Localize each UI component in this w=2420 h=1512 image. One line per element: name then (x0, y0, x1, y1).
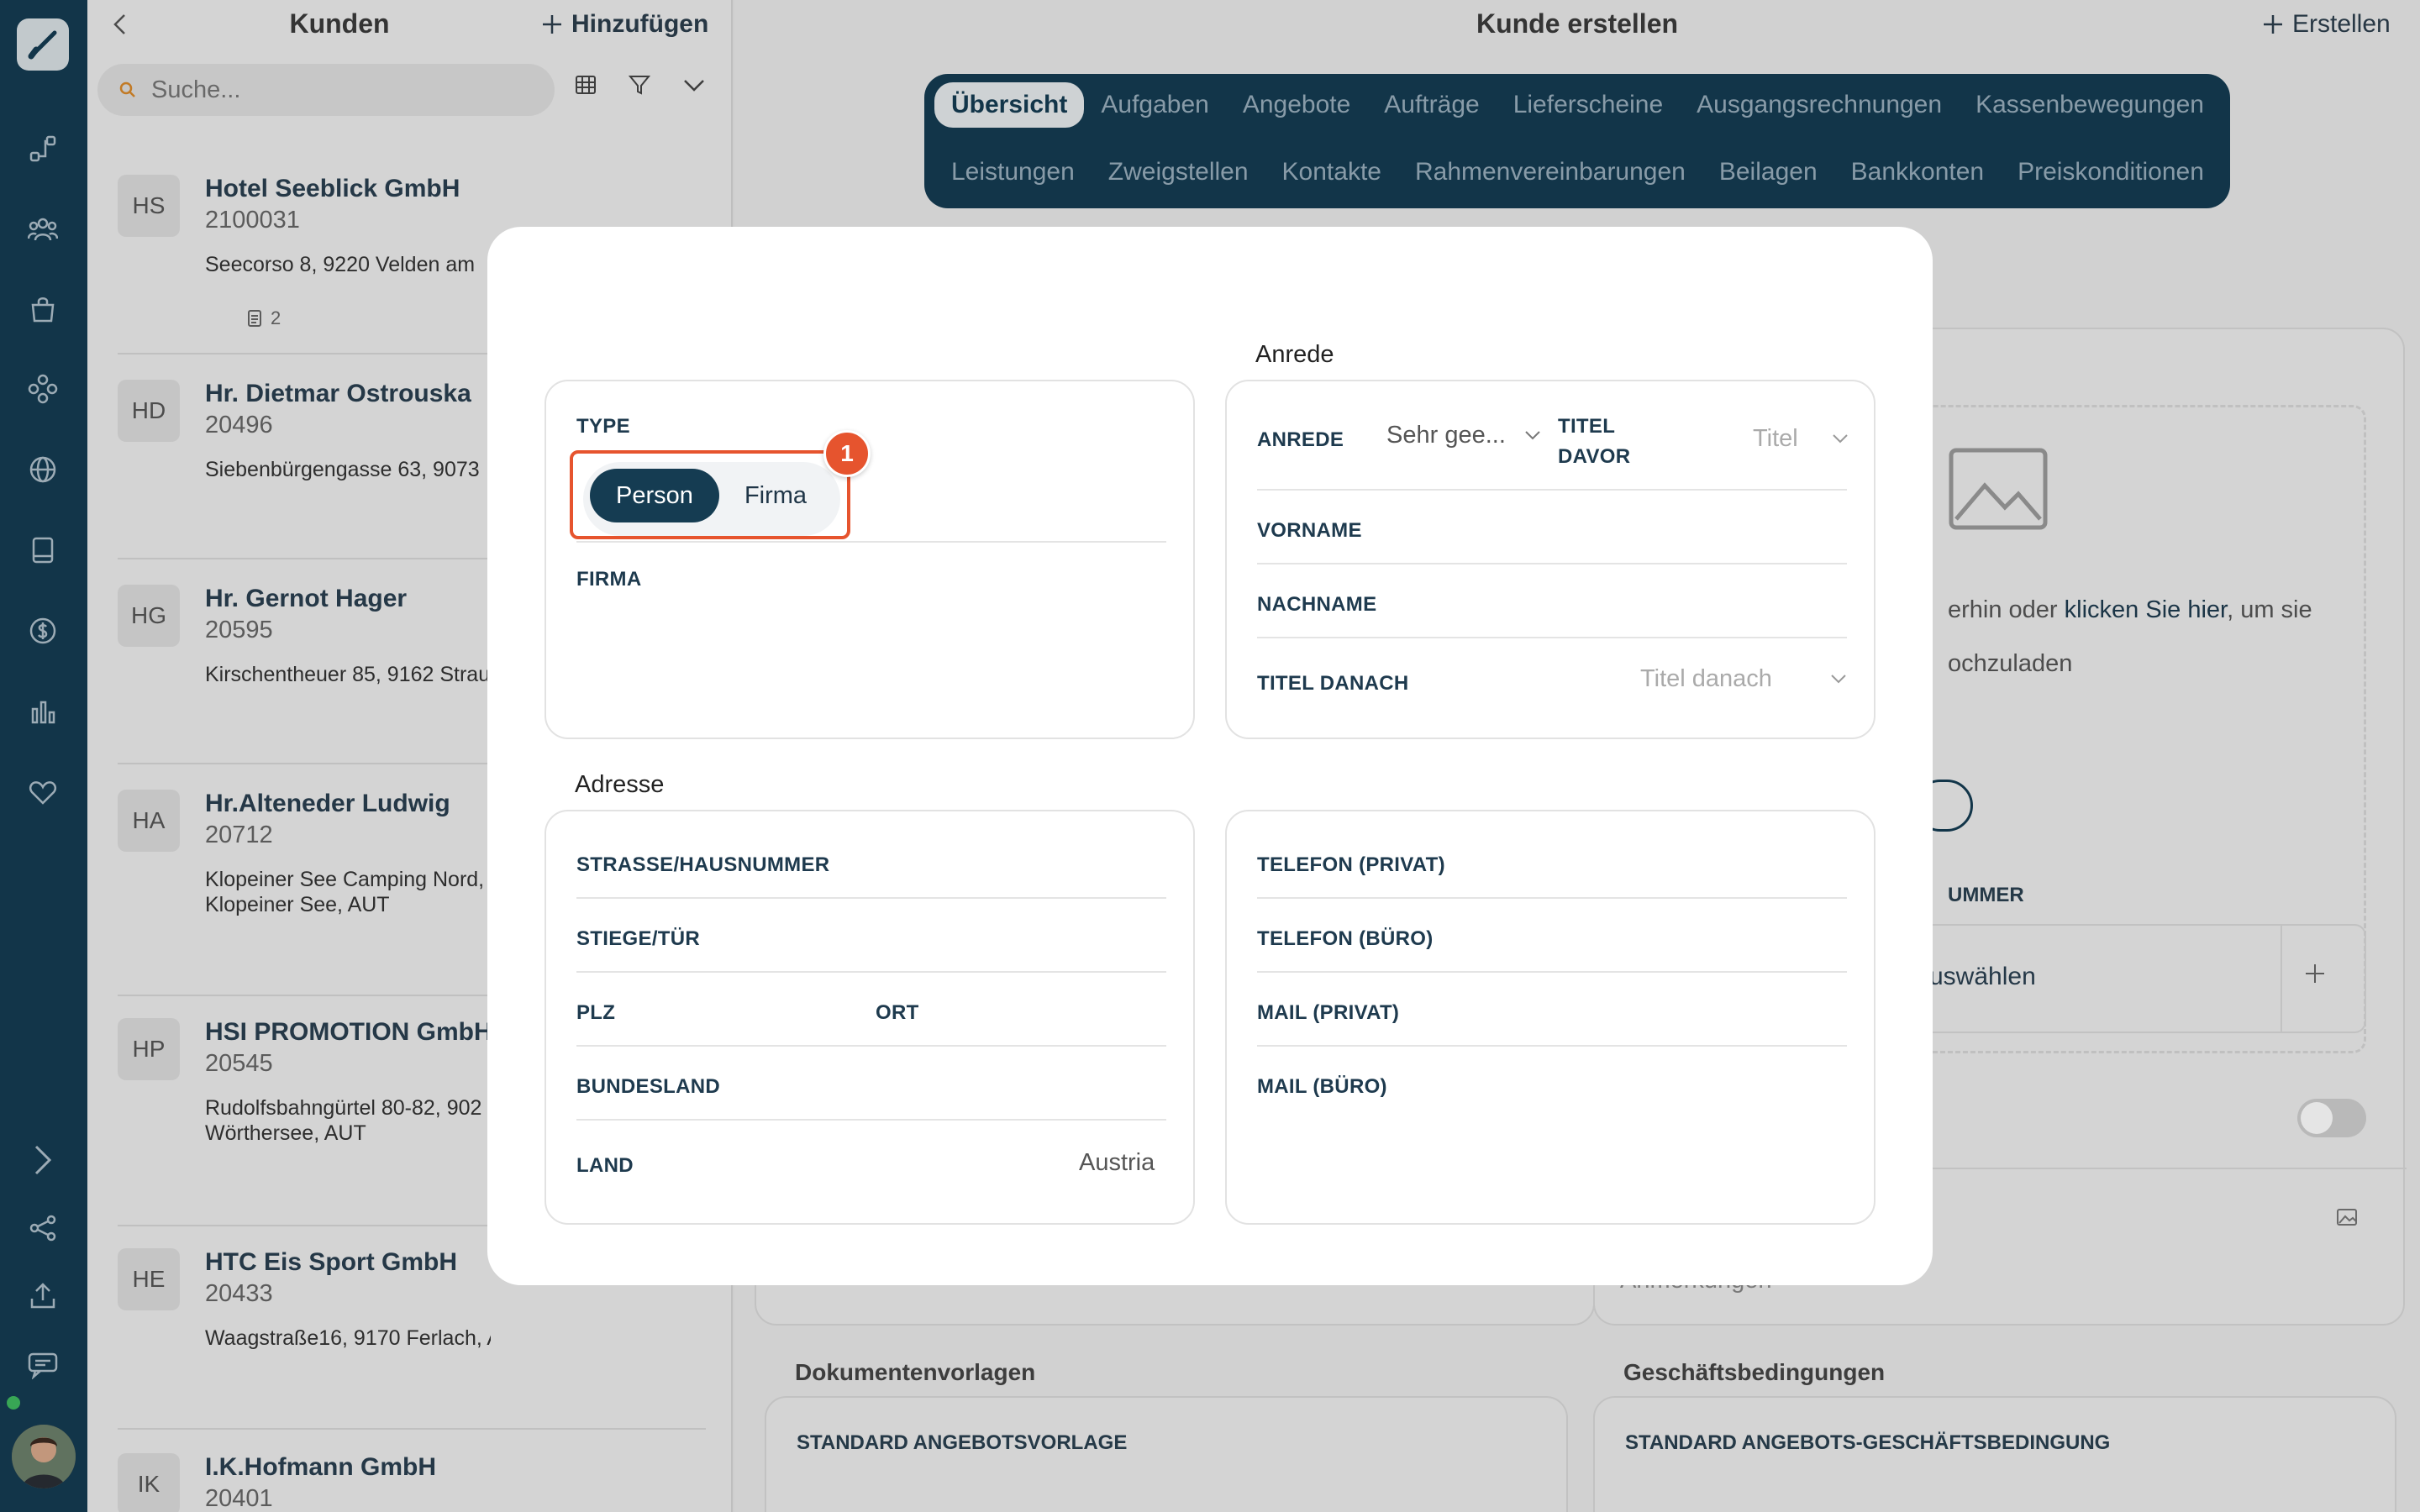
anrede-label: ANREDE (1257, 428, 1344, 451)
contact-card: TELEFON (PRIVAT) TELEFON (BÜRO) MAIL (PR… (1225, 810, 1876, 1225)
mail-buero-label: MAIL (BÜRO) (1257, 1075, 1387, 1098)
nachname-input[interactable] (1437, 581, 1847, 623)
land-label: LAND (576, 1154, 634, 1177)
anrede-select[interactable]: Sehr gee... (1386, 417, 1546, 459)
divider (576, 971, 1166, 973)
firma-label: FIRMA (576, 568, 642, 591)
titel-danach-placeholder: Titel danach (1640, 665, 1772, 692)
vorname-input[interactable] (1437, 507, 1847, 549)
create-customer-modal: TYPE Person Firma FIRMA Anrede ANREDE Se… (487, 227, 1933, 1285)
titel-davor-label-1: TITEL (1558, 415, 1616, 438)
titel-danach-select[interactable]: Titel danach (1630, 660, 1849, 702)
anrede-card: ANREDE Sehr gee... TITEL DAVOR Titel VOR… (1225, 380, 1876, 739)
adresse-heading: Adresse (575, 771, 665, 798)
chevron-down-icon (1832, 433, 1849, 445)
plz-input[interactable] (639, 990, 849, 1032)
chevron-down-icon (1524, 430, 1541, 442)
strasse-input[interactable] (832, 842, 1166, 884)
strasse-label: STRASSE/HAUSNUMMER (576, 853, 830, 876)
divider (1257, 897, 1847, 899)
vorname-label: VORNAME (1257, 519, 1362, 542)
telefon-privat-label: TELEFON (PRIVAT) (1257, 853, 1445, 876)
address-card: STRASSE/HAUSNUMMER STIEGE/TÜR PLZ ORT BU… (544, 810, 1195, 1225)
titel-placeholder: Titel (1753, 425, 1798, 452)
divider (1257, 1045, 1847, 1047)
telefon-buero-input[interactable] (1470, 916, 1847, 958)
stiege-label: STIEGE/TÜR (576, 927, 701, 950)
type-card: TYPE Person Firma FIRMA (544, 380, 1195, 739)
type-label: TYPE (576, 415, 630, 438)
divider (576, 1119, 1166, 1121)
anrede-value: Sehr gee... (1386, 422, 1506, 449)
firma-input[interactable] (576, 600, 1166, 717)
land-select[interactable]: Austria (899, 1144, 1168, 1186)
stiege-input[interactable] (748, 916, 1166, 958)
step-highlight (570, 450, 850, 539)
bundesland-label: BUNDESLAND (576, 1075, 720, 1098)
telefon-privat-input[interactable] (1470, 842, 1847, 884)
titel-davor-label-2: DAVOR (1558, 445, 1631, 468)
divider (1257, 637, 1847, 638)
step-badge: 1 (823, 430, 871, 477)
divider (576, 1045, 1166, 1047)
ort-input[interactable] (933, 990, 1166, 1032)
land-value: Austria (1079, 1149, 1155, 1176)
divider (576, 897, 1166, 899)
mail-buero-input[interactable] (1470, 1063, 1847, 1105)
mail-privat-input[interactable] (1470, 990, 1847, 1032)
titel-davor-select[interactable]: Titel (1697, 420, 1849, 462)
divider (576, 541, 1166, 543)
ort-label: ORT (876, 1001, 919, 1024)
divider (1257, 563, 1847, 564)
telefon-buero-label: TELEFON (BÜRO) (1257, 927, 1434, 950)
divider (1257, 489, 1847, 491)
chevron-down-icon (1830, 674, 1847, 685)
titel-danach-label: TITEL DANACH (1257, 672, 1409, 695)
anrede-heading: Anrede (1255, 341, 1334, 368)
plz-label: PLZ (576, 1001, 616, 1024)
divider (1257, 971, 1847, 973)
mail-privat-label: MAIL (PRIVAT) (1257, 1001, 1400, 1024)
bundesland-input[interactable] (748, 1063, 1166, 1105)
nachname-label: NACHNAME (1257, 593, 1377, 616)
